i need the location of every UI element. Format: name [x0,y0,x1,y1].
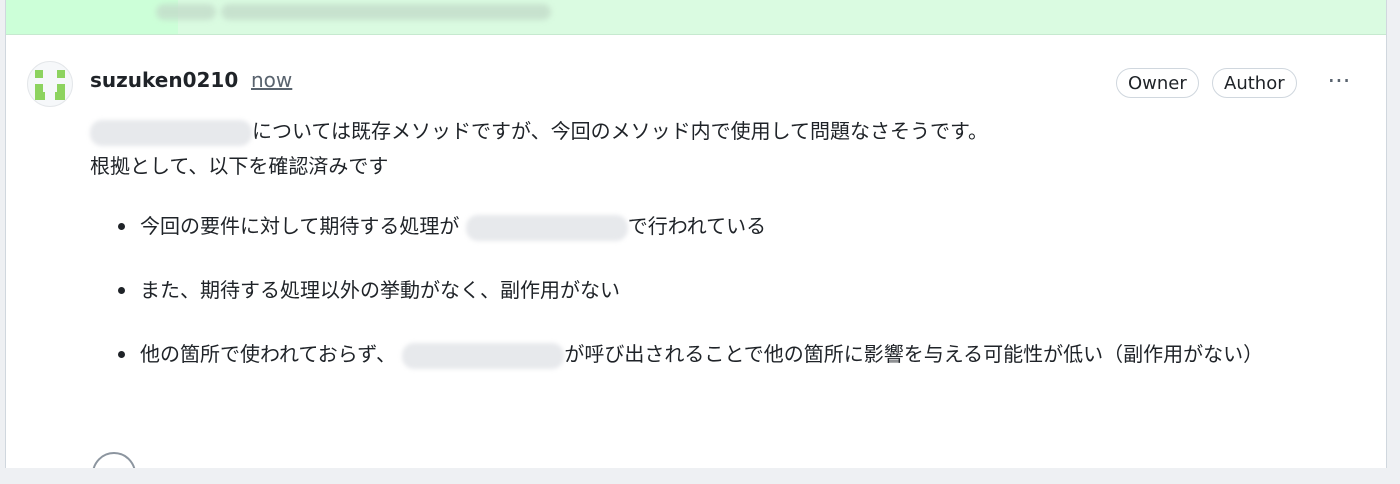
comment-body-line-2: 根拠として、以下を確認済みです [90,154,389,178]
avatar[interactable] [27,61,73,107]
smiley-icon[interactable] [92,452,136,468]
review-comment-card: suzuken0210 now Owner Author ··· については既存… [5,0,1387,468]
redacted-code [156,4,216,20]
redacted-code [221,4,551,20]
kebab-horizontal-icon[interactable]: ··· [1322,69,1356,96]
list-item: また、期待する処理以外の挙動がなく、副作用がない [90,272,1360,308]
author-badge: Author [1212,68,1297,98]
list-item: 今回の要件に対して期待する処理が で行われている [90,208,1360,244]
evidence-list: 今回の要件に対して期待する処理が で行われている また、期待する処理以外の挙動が… [90,208,1360,400]
comment-text: については既存メソッドですが、今回のメソッド内で使用して問題なさそうです。 [252,119,988,143]
redacted-method-name [90,119,252,146]
diff-gutter [6,0,178,34]
comment-author[interactable]: suzuken0210 [90,68,238,92]
diff-added-line [6,0,1386,35]
comment-timestamp[interactable]: now [251,68,292,92]
list-item: 他の箇所で使われておらず、 が呼び出されることで他の箇所に影響を与える可能性が低… [90,336,1360,372]
comment-body-line-1: については既存メソッドですが、今回のメソッド内で使用して問題なさそうです。 [90,115,988,146]
owner-badge: Owner [1116,68,1199,98]
redacted-method-name [402,342,565,369]
redacted-method-name [465,214,628,241]
